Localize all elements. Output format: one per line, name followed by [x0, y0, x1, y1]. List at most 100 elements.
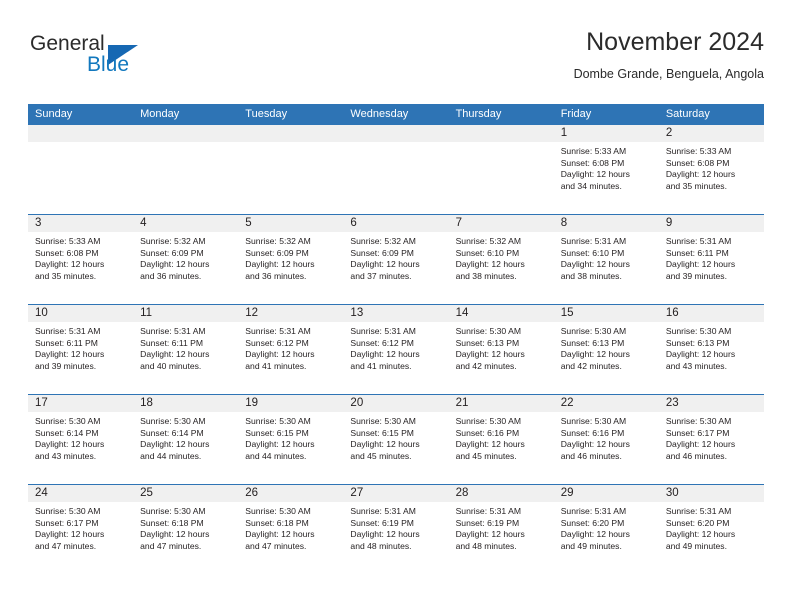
day-number: 11	[133, 305, 239, 322]
sunrise-text: Sunrise: 5:30 AM	[455, 416, 522, 426]
daylight-text-line2: and 48 minutes.	[455, 540, 517, 551]
daylight-text-line1: Daylight: 12 hours	[140, 439, 210, 450]
day-sun-info: Sunrise: 5:30 AM Sunset: 6:14 PM Daylight:…	[133, 412, 238, 462]
calendar-day-cell[interactable]: 25 Sunrise: 5:30 AM Sunset: 6:18 PM Dayligh…	[133, 485, 239, 574]
calendar-day-cell-empty	[343, 125, 449, 214]
day-number	[238, 125, 344, 142]
day-sun-info: Sunrise: 5:30 AM Sunset: 6:14 PM Daylight:…	[28, 412, 133, 462]
calendar-day-cell[interactable]: 1 Sunrise: 5:33 AM Sunset: 6:08 PM Daylight…	[553, 125, 659, 214]
calendar-day-cell[interactable]: 19 Sunrise: 5:30 AM Sunset: 6:15 PM Dayligh…	[238, 395, 344, 484]
daylight-text-line2: and 41 minutes.	[350, 360, 412, 371]
calendar-day-cell[interactable]: 7 Sunrise: 5:32 AM Sunset: 6:10 PM Daylight…	[448, 215, 554, 304]
day-number: 8	[553, 215, 659, 232]
sunrise-text: Sunrise: 5:30 AM	[455, 326, 522, 336]
daylight-text-line2: and 40 minutes.	[140, 360, 202, 371]
sunset-text: Sunset: 6:14 PM	[35, 427, 99, 438]
calendar-day-cell[interactable]: 11 Sunrise: 5:31 AM Sunset: 6:11 PM Dayligh…	[133, 305, 239, 394]
daylight-text-line2: and 36 minutes.	[245, 270, 307, 281]
sunrise-text: Sunrise: 5:33 AM	[560, 146, 627, 156]
page-title: November 2024	[586, 28, 764, 56]
daylight-text-line1: Daylight: 12 hours	[245, 259, 315, 270]
day-sun-info: Sunrise: 5:33 AM Sunset: 6:08 PM Daylight:…	[28, 232, 133, 282]
calendar-day-cell[interactable]: 24 Sunrise: 5:30 AM Sunset: 6:17 PM Dayligh…	[28, 485, 134, 574]
day-sun-info: Sunrise: 5:31 AM Sunset: 6:11 PM Daylight:…	[133, 322, 238, 372]
sunset-text: Sunset: 6:09 PM	[245, 247, 309, 258]
sunset-text: Sunset: 6:08 PM	[560, 157, 625, 168]
day-number: 12	[238, 305, 344, 322]
day-sun-info: Sunrise: 5:31 AM Sunset: 6:12 PM Daylight:…	[343, 322, 448, 372]
calendar-day-cell[interactable]: 9 Sunrise: 5:31 AM Sunset: 6:11 PM Daylight…	[658, 215, 764, 304]
calendar-day-cell[interactable]: 4 Sunrise: 5:32 AM Sunset: 6:09 PM Daylight…	[133, 215, 239, 304]
calendar-day-cell[interactable]: 16 Sunrise: 5:30 AM Sunset: 6:13 PM Dayligh…	[658, 305, 764, 394]
day-sun-info: Sunrise: 5:32 AM Sunset: 6:09 PM Daylight:…	[343, 232, 448, 282]
day-number	[343, 125, 449, 142]
daylight-text-line1: Daylight: 12 hours	[455, 259, 525, 270]
calendar-day-cell[interactable]: 14 Sunrise: 5:30 AM Sunset: 6:13 PM Dayligh…	[448, 305, 554, 394]
daylight-text-line1: Daylight: 12 hours	[665, 529, 736, 540]
day-sun-info: Sunrise: 5:30 AM Sunset: 6:18 PM Daylight:…	[238, 502, 343, 552]
sunrise-text: Sunrise: 5:30 AM	[560, 416, 627, 426]
sunrise-text: Sunrise: 5:32 AM	[245, 236, 311, 246]
calendar-week-row: 10 Sunrise: 5:31 AM Sunset: 6:11 PM Dayligh…	[28, 304, 764, 394]
day-sun-info: Sunrise: 5:30 AM Sunset: 6:16 PM Daylight:…	[554, 412, 659, 462]
daylight-text-line1: Daylight: 12 hours	[35, 349, 105, 360]
sunset-text: Sunset: 6:11 PM	[665, 247, 729, 258]
day-sun-info: Sunrise: 5:31 AM Sunset: 6:11 PM Daylight:…	[659, 232, 764, 282]
calendar-day-cell[interactable]: 13 Sunrise: 5:31 AM Sunset: 6:12 PM Dayligh…	[343, 305, 449, 394]
day-sun-info: Sunrise: 5:30 AM Sunset: 6:13 PM Daylight:…	[449, 322, 554, 372]
calendar-weeks: 1 Sunrise: 5:33 AM Sunset: 6:08 PM Daylight…	[28, 125, 764, 574]
page-subtitle: Dombe Grande, Benguela, Angola	[573, 67, 764, 81]
calendar-day-cell[interactable]: 22 Sunrise: 5:30 AM Sunset: 6:16 PM Dayligh…	[553, 395, 659, 484]
day-sun-info: Sunrise: 5:31 AM Sunset: 6:20 PM Daylight:…	[659, 502, 764, 552]
sunset-text: Sunset: 6:12 PM	[350, 337, 414, 348]
calendar-day-cell[interactable]: 5 Sunrise: 5:32 AM Sunset: 6:09 PM Daylight…	[238, 215, 344, 304]
daylight-text-line1: Daylight: 12 hours	[140, 349, 210, 360]
daylight-text-line2: and 46 minutes.	[665, 450, 727, 461]
sunset-text: Sunset: 6:11 PM	[35, 337, 98, 348]
calendar-day-cell[interactable]: 17 Sunrise: 5:30 AM Sunset: 6:14 PM Dayligh…	[28, 395, 134, 484]
day-sun-info: Sunrise: 5:32 AM Sunset: 6:09 PM Daylight:…	[238, 232, 343, 282]
weekday-header-tuesday: Tuesday	[245, 108, 288, 120]
day-sun-info: Sunrise: 5:31 AM Sunset: 6:12 PM Daylight:…	[238, 322, 343, 372]
daylight-text-line1: Daylight: 12 hours	[665, 169, 736, 180]
daylight-text-line2: and 39 minutes.	[665, 270, 727, 281]
calendar-day-cell[interactable]: 15 Sunrise: 5:30 AM Sunset: 6:13 PM Dayligh…	[553, 305, 659, 394]
brand-logo[interactable]: General Blue	[28, 31, 208, 87]
day-sun-info: Sunrise: 5:30 AM Sunset: 6:18 PM Daylight:…	[133, 502, 238, 552]
calendar-day-cell[interactable]: 8 Sunrise: 5:31 AM Sunset: 6:10 PM Daylight…	[553, 215, 659, 304]
sunrise-text: Sunrise: 5:30 AM	[560, 326, 627, 336]
day-sun-info: Sunrise: 5:31 AM Sunset: 6:19 PM Daylight:…	[343, 502, 448, 552]
daylight-text-line2: and 38 minutes.	[455, 270, 517, 281]
daylight-text-line2: and 45 minutes.	[350, 450, 412, 461]
daylight-text-line1: Daylight: 12 hours	[665, 439, 736, 450]
calendar-day-cell[interactable]: 3 Sunrise: 5:33 AM Sunset: 6:08 PM Daylight…	[28, 215, 134, 304]
daylight-text-line2: and 47 minutes.	[245, 540, 307, 551]
day-number	[133, 125, 239, 142]
calendar-day-cell[interactable]: 30 Sunrise: 5:31 AM Sunset: 6:20 PM Dayligh…	[658, 485, 764, 574]
daylight-text-line2: and 48 minutes.	[350, 540, 412, 551]
calendar-day-cell[interactable]: 18 Sunrise: 5:30 AM Sunset: 6:14 PM Dayligh…	[133, 395, 239, 484]
calendar-day-cell[interactable]: 10 Sunrise: 5:31 AM Sunset: 6:11 PM Dayligh…	[28, 305, 134, 394]
daylight-text-line2: and 49 minutes.	[665, 540, 727, 551]
calendar-day-cell[interactable]: 6 Sunrise: 5:32 AM Sunset: 6:09 PM Daylight…	[343, 215, 449, 304]
calendar-day-cell[interactable]: 29 Sunrise: 5:31 AM Sunset: 6:20 PM Dayligh…	[553, 485, 659, 574]
calendar-day-cell[interactable]: 12 Sunrise: 5:31 AM Sunset: 6:12 PM Dayligh…	[238, 305, 344, 394]
day-sun-info: Sunrise: 5:31 AM Sunset: 6:19 PM Daylight:…	[449, 502, 554, 552]
day-number: 6	[343, 215, 449, 232]
sunrise-text: Sunrise: 5:31 AM	[245, 326, 311, 336]
calendar-day-cell[interactable]: 21 Sunrise: 5:30 AM Sunset: 6:16 PM Dayligh…	[448, 395, 554, 484]
sunrise-text: Sunrise: 5:31 AM	[35, 326, 101, 336]
weekday-header-sunday: Sunday	[35, 108, 73, 120]
calendar-day-cell[interactable]: 20 Sunrise: 5:30 AM Sunset: 6:15 PM Dayligh…	[343, 395, 449, 484]
calendar-day-cell[interactable]: 27 Sunrise: 5:31 AM Sunset: 6:19 PM Dayligh…	[343, 485, 449, 574]
calendar-day-cell[interactable]: 28 Sunrise: 5:31 AM Sunset: 6:19 PM Dayligh…	[448, 485, 554, 574]
day-sun-info: Sunrise: 5:30 AM Sunset: 6:17 PM Daylight:…	[28, 502, 133, 552]
sunrise-text: Sunrise: 5:31 AM	[140, 326, 206, 336]
daylight-text-line2: and 39 minutes.	[35, 360, 97, 371]
sunrise-text: Sunrise: 5:31 AM	[560, 506, 627, 516]
calendar-day-cell[interactable]: 26 Sunrise: 5:30 AM Sunset: 6:18 PM Dayligh…	[238, 485, 344, 574]
daylight-text-line1: Daylight: 12 hours	[665, 349, 736, 360]
calendar-day-cell[interactable]: 2 Sunrise: 5:33 AM Sunset: 6:08 PM Daylight…	[658, 125, 764, 214]
sunset-text: Sunset: 6:17 PM	[665, 427, 730, 438]
calendar-day-cell[interactable]: 23 Sunrise: 5:30 AM Sunset: 6:17 PM Dayligh…	[658, 395, 764, 484]
